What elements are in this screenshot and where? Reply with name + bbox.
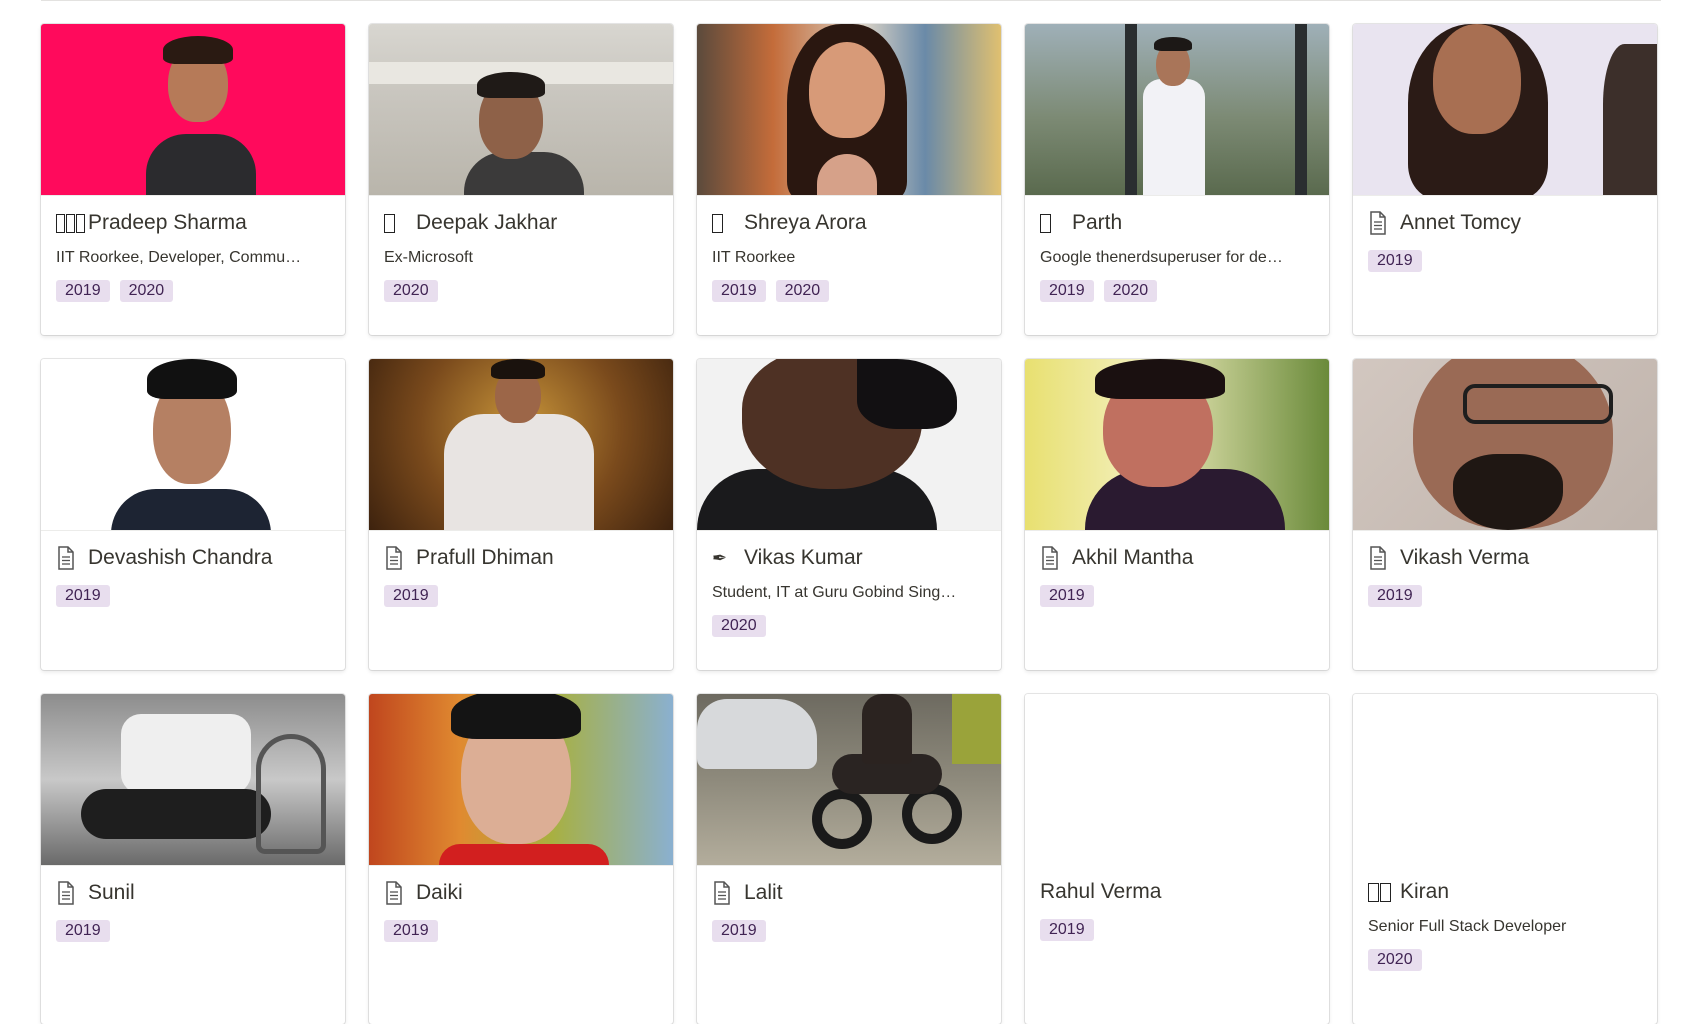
page-icon bbox=[56, 881, 86, 905]
cover-photo bbox=[1353, 359, 1657, 531]
cover-photo bbox=[41, 359, 345, 531]
page-icon bbox=[384, 881, 414, 905]
cover-photo bbox=[697, 359, 1001, 531]
cover-photo bbox=[697, 24, 1001, 196]
card-title: Sunil bbox=[88, 881, 135, 904]
page-icon bbox=[1040, 546, 1070, 570]
card-title: Vikash Verma bbox=[1400, 546, 1530, 569]
gallery-card[interactable]: Prafull Dhiman 2019 bbox=[369, 359, 673, 670]
broken-glyph-icon bbox=[1368, 880, 1398, 904]
page-icon bbox=[1368, 211, 1398, 235]
cover-empty bbox=[1025, 694, 1329, 865]
card-title: Pradeep Sharma bbox=[88, 211, 247, 234]
gallery-card[interactable]: Deepak Jakhar Ex-Microsoft 2020 bbox=[369, 24, 673, 335]
year-tag: 2020 bbox=[384, 280, 438, 302]
card-title: Prafull Dhiman bbox=[416, 546, 554, 569]
card-title: Vikas Kumar bbox=[744, 546, 863, 569]
cover-empty bbox=[1353, 694, 1657, 865]
gallery-card[interactable]: Akhil Mantha 2019 bbox=[1025, 359, 1329, 670]
year-tag: 2019 bbox=[1040, 585, 1094, 607]
cover-photo bbox=[1025, 359, 1329, 531]
gallery-card[interactable]: Annet Tomcy 2019 bbox=[1353, 24, 1657, 335]
card-title: Daiki bbox=[416, 881, 463, 904]
gallery-card[interactable]: Shreya Arora IIT Roorkee 2019 2020 bbox=[697, 24, 1001, 335]
cover-photo bbox=[369, 24, 673, 196]
cover-photo bbox=[41, 24, 345, 196]
card-title: Akhil Mantha bbox=[1072, 546, 1194, 569]
year-tag: 2019 bbox=[712, 920, 766, 942]
year-tag: 2020 bbox=[712, 615, 766, 637]
year-tag: 2019 bbox=[1368, 250, 1422, 272]
card-title: Parth bbox=[1072, 211, 1123, 234]
card-subtitle: IIT Roorkee, Developer, Commu… bbox=[56, 249, 302, 266]
broken-glyph-icon bbox=[1040, 211, 1070, 235]
card-title: Deepak Jakhar bbox=[416, 211, 558, 234]
year-tag: 2019 bbox=[712, 280, 766, 302]
page-icon bbox=[384, 546, 414, 570]
year-tag: 2020 bbox=[1103, 280, 1158, 302]
card-subtitle: Ex-Microsoft bbox=[384, 249, 473, 266]
cover-photo bbox=[369, 359, 673, 531]
gallery-card[interactable]: Pradeep Sharma IIT Roorkee, Developer, C… bbox=[41, 24, 345, 335]
broken-glyph-icon bbox=[56, 211, 86, 235]
gallery-card[interactable]: ✒ Vikas Kumar Student, IT at Guru Gobind… bbox=[697, 359, 1001, 670]
card-subtitle: Student, IT at Guru Gobind Sing… bbox=[712, 584, 957, 601]
card-title: Annet Tomcy bbox=[1400, 211, 1522, 234]
card-subtitle: Google thenerdsuperuser for de… bbox=[1040, 249, 1283, 266]
cover-photo bbox=[369, 694, 673, 866]
gallery-card[interactable]: Vikash Verma 2019 bbox=[1353, 359, 1657, 670]
cover-photo bbox=[1353, 24, 1657, 196]
card-subtitle: IIT Roorkee bbox=[712, 249, 796, 266]
year-tag: 2019 bbox=[1368, 585, 1422, 607]
gallery-card[interactable]: Rahul Verma 2019 bbox=[1025, 694, 1329, 1024]
year-tag: 2019 bbox=[56, 280, 110, 302]
year-tag: 2019 bbox=[384, 585, 438, 607]
year-tag: 2020 bbox=[1368, 949, 1422, 971]
card-title: Kiran bbox=[1400, 880, 1450, 903]
cover-photo bbox=[697, 694, 1001, 866]
card-title: Devashish Chandra bbox=[88, 546, 273, 569]
cover-photo bbox=[41, 694, 345, 866]
year-tag: 2019 bbox=[56, 920, 110, 942]
page-icon bbox=[1368, 546, 1398, 570]
gallery-card[interactable]: Kiran Senior Full Stack Developer 2020 bbox=[1353, 694, 1657, 1024]
broken-glyph-icon bbox=[712, 211, 742, 235]
card-subtitle: Senior Full Stack Developer bbox=[1368, 918, 1567, 935]
page-icon bbox=[712, 881, 742, 905]
gallery-card[interactable]: Parth Google thenerdsuperuser for de… 20… bbox=[1025, 24, 1329, 335]
cover-photo bbox=[1025, 24, 1329, 196]
pen-icon: ✒ bbox=[712, 547, 728, 568]
year-tag: 2019 bbox=[384, 920, 438, 942]
year-tag: 2019 bbox=[1040, 919, 1094, 941]
divider bbox=[41, 0, 1661, 1]
year-tag: 2020 bbox=[119, 280, 174, 302]
gallery-card[interactable]: Lalit 2019 bbox=[697, 694, 1001, 1024]
card-title: Shreya Arora bbox=[744, 211, 867, 234]
year-tag: 2019 bbox=[1040, 280, 1094, 302]
broken-glyph-icon bbox=[384, 211, 414, 235]
gallery-card[interactable]: Devashish Chandra 2019 bbox=[41, 359, 345, 670]
gallery-card[interactable]: Sunil 2019 bbox=[41, 694, 345, 1024]
card-title: Lalit bbox=[744, 881, 783, 904]
page-icon bbox=[56, 546, 86, 570]
card-title: Rahul Verma bbox=[1040, 880, 1162, 903]
year-tag: 2019 bbox=[56, 585, 110, 607]
gallery-card[interactable]: Daiki 2019 bbox=[369, 694, 673, 1024]
gallery-grid: Pradeep Sharma IIT Roorkee, Developer, C… bbox=[41, 24, 1661, 1024]
year-tag: 2020 bbox=[775, 280, 830, 302]
